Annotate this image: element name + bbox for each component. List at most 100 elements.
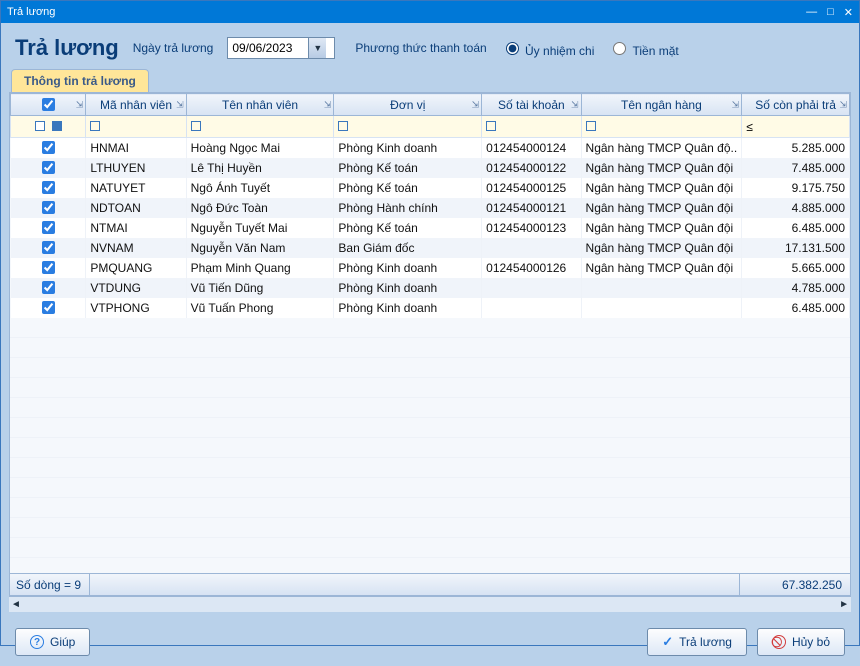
filter-icon[interactable] bbox=[35, 121, 45, 131]
table-row[interactable]: LTHUYENLê Thị HuyềnPhòng Kế toán01245400… bbox=[11, 158, 850, 178]
pin-icon[interactable]: ⇲ bbox=[732, 99, 740, 110]
horizontal-scrollbar[interactable]: ◄ ► bbox=[9, 596, 851, 612]
table-row[interactable]: NATUYETNgô Ánh TuyếtPhòng Kế toán0124540… bbox=[11, 178, 850, 198]
radio-cash[interactable]: Tiền mặt bbox=[608, 39, 678, 58]
pin-icon[interactable]: ⇲ bbox=[472, 99, 480, 110]
row-checkbox[interactable] bbox=[42, 281, 55, 294]
col-code[interactable]: Mã nhân viên⇲ bbox=[86, 94, 186, 116]
table-row[interactable]: NTMAINguyễn Tuyết MaiPhòng Kế toán012454… bbox=[11, 218, 850, 238]
pin-icon[interactable]: ⇲ bbox=[76, 99, 84, 110]
table-row[interactable]: VTDUNGVũ Tiến DũngPhòng Kinh doanh4.785.… bbox=[11, 278, 850, 298]
table-row[interactable]: HNMAIHoàng Ngọc MaiPhòng Kinh doanh01245… bbox=[11, 138, 850, 158]
filter-icon[interactable] bbox=[52, 121, 62, 131]
cell-acct: 012454000125 bbox=[482, 178, 581, 198]
help-button[interactable]: ? Giúp bbox=[15, 628, 90, 656]
cell-dept: Phòng Hành chính bbox=[334, 198, 482, 218]
cell-code: NVNAM bbox=[86, 238, 186, 258]
row-checkbox[interactable] bbox=[42, 221, 55, 234]
radio-transfer[interactable]: Ủy nhiệm chi bbox=[501, 39, 595, 58]
row-checkbox[interactable] bbox=[42, 261, 55, 274]
table-row[interactable]: PMQUANGPhạm Minh QuangPhòng Kinh doanh01… bbox=[11, 258, 850, 278]
table-row[interactable]: NDTOANNgô Đức ToànPhòng Hành chính012454… bbox=[11, 198, 850, 218]
cell-bank bbox=[581, 278, 742, 298]
header-row: ⇲ Mã nhân viên⇲ Tên nhân viên⇲ Đơn vị⇲ S… bbox=[11, 94, 850, 116]
filter-icon[interactable] bbox=[90, 121, 100, 131]
cell-name: Nguyễn Văn Nam bbox=[186, 238, 334, 258]
cell-name: Ngô Ánh Tuyết bbox=[186, 178, 334, 198]
row-checkbox[interactable] bbox=[42, 301, 55, 314]
row-checkbox[interactable] bbox=[42, 181, 55, 194]
filter-icon[interactable] bbox=[338, 121, 348, 131]
total-amount: 67.382.250 bbox=[740, 578, 850, 592]
cell-dept: Phòng Kinh doanh bbox=[334, 298, 482, 318]
minimize-icon[interactable]: — bbox=[806, 6, 817, 19]
pay-button[interactable]: ✓ Trả lương bbox=[647, 628, 747, 656]
cell-code: NATUYET bbox=[86, 178, 186, 198]
col-amt[interactable]: Số còn phải trả⇲ bbox=[742, 94, 850, 116]
maximize-icon[interactable]: □ bbox=[827, 6, 834, 19]
pin-icon[interactable]: ⇲ bbox=[324, 99, 332, 110]
filter-amt-op[interactable]: ≤ bbox=[742, 116, 850, 138]
pay-date-field[interactable]: ▼ bbox=[227, 37, 335, 59]
select-all-checkbox[interactable] bbox=[42, 98, 55, 111]
pin-icon[interactable]: ⇲ bbox=[176, 99, 184, 110]
cell-dept: Phòng Kế toán bbox=[334, 218, 482, 238]
grid-empty-area bbox=[10, 318, 850, 574]
pin-icon[interactable]: ⇲ bbox=[839, 99, 847, 110]
cell-code: VTPHONG bbox=[86, 298, 186, 318]
row-checkbox[interactable] bbox=[42, 141, 55, 154]
date-label: Ngày trả lương bbox=[133, 41, 214, 55]
header: Trả lương Ngày trả lương ▼ Phương thức t… bbox=[1, 23, 859, 69]
table-row[interactable]: VTPHONGVũ Tuấn PhongPhòng Kinh doanh6.48… bbox=[11, 298, 850, 318]
cancel-icon: ⃠ bbox=[772, 635, 786, 649]
col-bank[interactable]: Tên ngân hàng⇲ bbox=[581, 94, 742, 116]
cell-code: LTHUYEN bbox=[86, 158, 186, 178]
row-checkbox[interactable] bbox=[42, 161, 55, 174]
close-icon[interactable]: ✕ bbox=[844, 6, 853, 19]
cell-dept: Phòng Kinh doanh bbox=[334, 278, 482, 298]
filter-icon[interactable] bbox=[586, 121, 596, 131]
cell-name: Hoàng Ngọc Mai bbox=[186, 138, 334, 158]
col-name[interactable]: Tên nhân viên⇲ bbox=[186, 94, 334, 116]
row-checkbox[interactable] bbox=[42, 241, 55, 254]
cell-amt: 7.485.000 bbox=[742, 158, 850, 178]
filter-icon[interactable] bbox=[191, 121, 201, 131]
col-dept[interactable]: Đơn vị⇲ bbox=[334, 94, 482, 116]
cell-amt: 17.131.500 bbox=[742, 238, 850, 258]
cancel-button[interactable]: ⃠ Hủy bỏ bbox=[757, 628, 845, 656]
cell-bank: Ngân hàng TMCP Quân đội bbox=[581, 198, 742, 218]
row-checkbox[interactable] bbox=[42, 201, 55, 214]
cell-bank: Ngân hàng TMCP Quân đội bbox=[581, 238, 742, 258]
tab-salary-info[interactable]: Thông tin trả lương bbox=[11, 69, 149, 92]
table-row[interactable]: NVNAMNguyễn Văn NamBan Giám đốcNgân hàng… bbox=[11, 238, 850, 258]
cell-bank: Ngân hàng TMCP Quân đội bbox=[581, 158, 742, 178]
cell-dept: Phòng Kinh doanh bbox=[334, 138, 482, 158]
col-acct[interactable]: Số tài khoản⇲ bbox=[482, 94, 581, 116]
cell-acct: 012454000121 bbox=[482, 198, 581, 218]
cell-acct bbox=[482, 278, 581, 298]
cell-name: Nguyễn Tuyết Mai bbox=[186, 218, 334, 238]
col-check[interactable]: ⇲ bbox=[11, 94, 86, 116]
filter-row[interactable]: ≤ bbox=[11, 116, 850, 138]
help-icon: ? bbox=[30, 635, 44, 649]
cell-acct: 012454000124 bbox=[482, 138, 581, 158]
payment-method-label: Phương thức thanh toán bbox=[355, 41, 486, 55]
date-dropdown-icon[interactable]: ▼ bbox=[308, 38, 326, 58]
cell-code: HNMAI bbox=[86, 138, 186, 158]
cell-bank: Ngân hàng TMCP Quân đội bbox=[581, 218, 742, 238]
pin-icon[interactable]: ⇲ bbox=[571, 99, 579, 110]
scroll-right-icon[interactable]: ► bbox=[839, 599, 849, 610]
cell-acct: 012454000122 bbox=[482, 158, 581, 178]
status-bar: Số dòng = 9 67.382.250 bbox=[10, 573, 850, 595]
cell-dept: Phòng Kinh doanh bbox=[334, 258, 482, 278]
filter-icon[interactable] bbox=[486, 121, 496, 131]
cell-acct bbox=[482, 298, 581, 318]
check-icon: ✓ bbox=[662, 634, 673, 650]
cell-bank bbox=[581, 298, 742, 318]
cell-name: Ngô Đức Toàn bbox=[186, 198, 334, 218]
salary-table: ⇲ Mã nhân viên⇲ Tên nhân viên⇲ Đơn vị⇲ S… bbox=[10, 93, 850, 318]
scroll-left-icon[interactable]: ◄ bbox=[11, 599, 21, 610]
cell-code: NTMAI bbox=[86, 218, 186, 238]
cell-dept: Phòng Kế toán bbox=[334, 158, 482, 178]
pay-date-input[interactable] bbox=[228, 38, 308, 58]
